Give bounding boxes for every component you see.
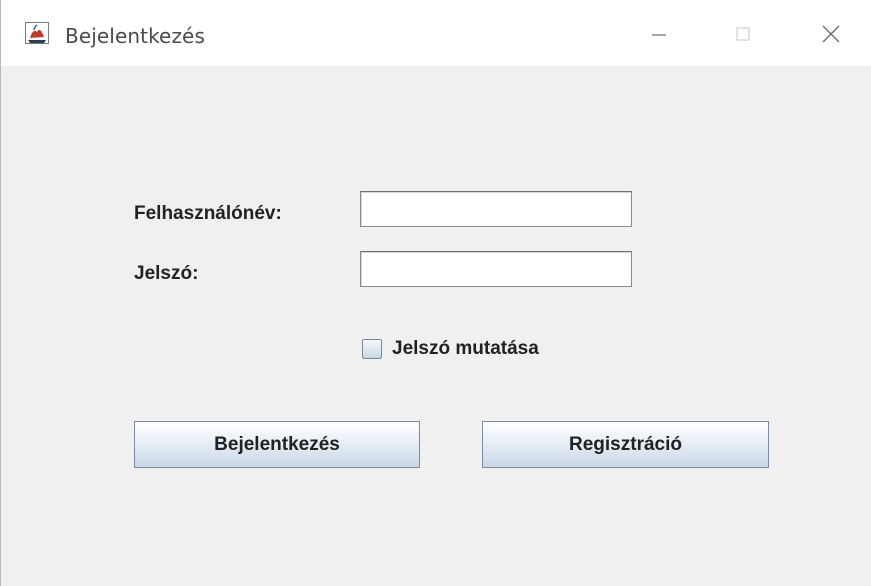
show-password-label[interactable]: Jelszó mutatása bbox=[392, 338, 539, 360]
close-button[interactable] bbox=[801, 14, 861, 54]
login-button[interactable]: Bejelentkezés bbox=[134, 421, 420, 468]
checkbox-box[interactable] bbox=[362, 339, 382, 359]
password-input[interactable] bbox=[360, 251, 632, 287]
username-label: Felhasználónév: bbox=[134, 203, 282, 224]
maximize-icon bbox=[736, 27, 750, 41]
login-window: Bejelentkezés Felhasználónév: Jelszó: Je… bbox=[0, 0, 871, 586]
close-icon bbox=[822, 25, 840, 43]
login-panel: Felhasználónév: Jelszó: Jelszó mutatása … bbox=[1, 66, 871, 586]
title-bar[interactable]: Bejelentkezés bbox=[1, 0, 871, 66]
register-button[interactable]: Regisztráció bbox=[482, 421, 769, 468]
username-input[interactable] bbox=[360, 191, 632, 227]
minimize-icon bbox=[652, 34, 666, 36]
java-cup-icon bbox=[25, 22, 49, 44]
password-label: Jelszó: bbox=[134, 263, 199, 284]
show-password-checkbox[interactable]: Jelszó mutatása bbox=[362, 338, 539, 360]
window-title: Bejelentkezés bbox=[65, 24, 205, 48]
minimize-button[interactable] bbox=[629, 14, 689, 54]
maximize-button[interactable] bbox=[713, 14, 773, 54]
